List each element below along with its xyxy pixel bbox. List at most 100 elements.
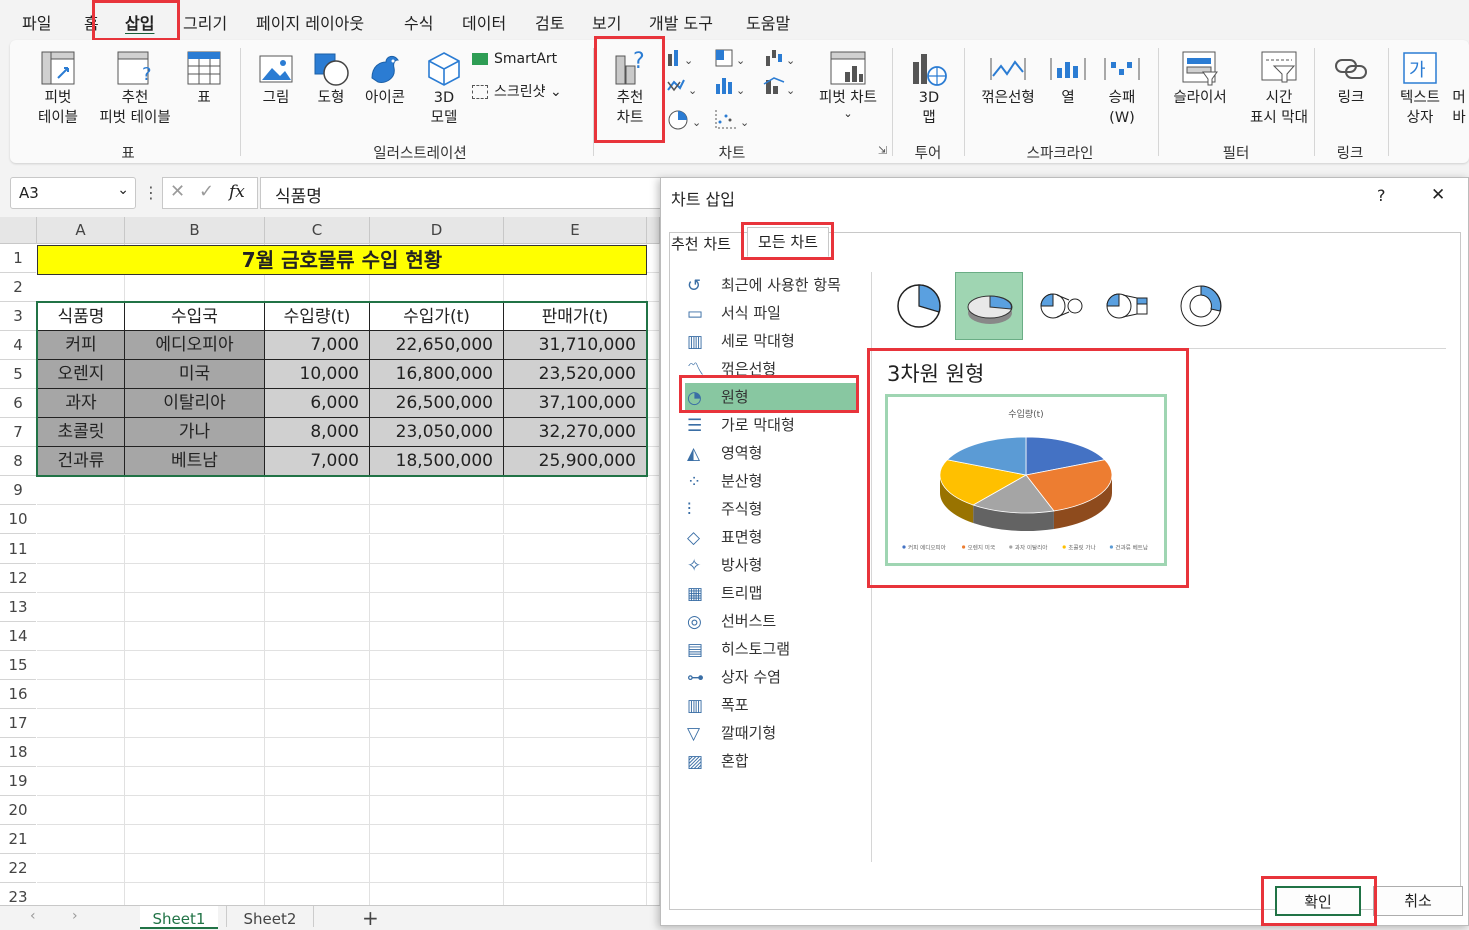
grid-cell[interactable] [647,476,660,506]
chart-category-item[interactable]: ◇ 표면형 [685,523,857,551]
menu-formulas[interactable]: 수식 [404,10,433,34]
row-header[interactable]: 21 [0,825,36,855]
cancel-icon[interactable]: ✕ [170,181,185,202]
grid-cell[interactable] [504,825,647,855]
more-options-icon[interactable]: ⋮ [143,183,159,202]
grid-cell[interactable] [647,795,660,825]
row-header[interactable]: 17 [0,708,36,738]
pivot-table-button[interactable]: 피벗 테이블 [32,50,84,128]
grid-cell[interactable] [265,592,370,622]
grid-cell[interactable] [37,708,125,738]
row-header[interactable]: 13 [0,592,36,622]
grid-cell[interactable] [504,592,647,622]
doughnut-thumbnail[interactable] [1167,272,1235,340]
data-cell[interactable]: 이탈리아 [125,389,265,419]
pie-of-pie-thumbnail[interactable] [1029,272,1097,340]
data-cell[interactable]: 초콜릿 [37,418,125,448]
3d-model-button[interactable]: 3D 모델 [420,50,468,128]
menu-draw[interactable]: 그리기 [183,10,227,34]
grid-cell[interactable] [37,766,125,796]
chart-category-item[interactable]: 〽 꺾은선형 [685,355,857,383]
menu-developer[interactable]: 개발 도구 [649,10,713,34]
grid-cell[interactable] [125,592,265,622]
function-icon[interactable]: fx [229,182,245,202]
menu-page-layout[interactable]: 페이지 레이아웃 [256,10,364,34]
select-all-corner[interactable] [0,217,37,244]
grid-cell[interactable] [370,825,504,855]
data-cell[interactable]: 오렌지 [37,360,125,390]
next-sheet-icon[interactable]: › [72,908,78,924]
grid-cell[interactable] [37,273,125,303]
data-cell[interactable]: 10,000 [265,360,370,390]
grid-cell[interactable] [647,447,660,477]
formula-input[interactable]: 식품명 [260,177,660,209]
data-cell[interactable]: 과자 [37,389,125,419]
grid-cell[interactable] [504,563,647,593]
3d-map-button[interactable]: 3D 맵 [906,50,952,128]
grid-cell[interactable] [265,737,370,767]
grid-cell[interactable] [125,854,265,884]
recommended-charts-button[interactable]: ? 추천 차트 [606,50,654,128]
grid-cell[interactable] [125,795,265,825]
grid-cell[interactable] [370,563,504,593]
chart-type-buttons[interactable]: ⌄ ⌄ ⌄ ⌄ ⌄ ⌄ ⌄ ⌄ [666,48,826,138]
table-button[interactable]: 표 [186,50,222,108]
cancel-button[interactable]: 취소 [1373,886,1463,916]
data-cell[interactable]: 26,500,000 [370,389,504,419]
ok-button[interactable]: 확인 [1275,886,1361,916]
chart-preview[interactable]: 수입량(t) 커피 에디오피아 오렌지 미국 과자 이탈리아 초콜릿 가나 건과류 베트남 [885,394,1167,566]
grid-cell[interactable] [647,737,660,767]
grid-cell[interactable] [647,766,660,796]
grid-cell[interactable] [37,679,125,709]
grid-cell[interactable] [504,679,647,709]
chart-category-item[interactable]: ▨ 혼합 [685,747,857,775]
close-button[interactable]: ✕ [1431,185,1445,205]
grid-cell[interactable] [647,621,660,651]
grid-cell[interactable] [370,854,504,884]
grid-cell[interactable] [125,825,265,855]
smartart-button[interactable]: SmartArt [472,51,557,67]
header-cell[interactable]: 수입량(t) [265,302,370,332]
chart-category-item[interactable]: ☰ 가로 막대형 [685,411,857,439]
column-header-a[interactable]: A [37,217,125,244]
grid-cell[interactable] [504,273,647,303]
grid-cell[interactable] [504,708,647,738]
grid-cell[interactable] [125,708,265,738]
grid-cell[interactable] [265,766,370,796]
grid-cell[interactable] [504,737,647,767]
menu-review[interactable]: 검토 [535,10,564,34]
chart-dialog-launcher-icon[interactable]: ⇲ [878,144,887,157]
grid-cell[interactable] [265,795,370,825]
chart-category-item[interactable]: ⫶ 주식형 [685,495,857,523]
column-header-f[interactable] [647,217,660,244]
grid-cell[interactable] [370,766,504,796]
check-icon[interactable]: ✓ [199,181,214,202]
row-header[interactable]: 20 [0,795,36,825]
grid-cell[interactable] [37,825,125,855]
grid-cell[interactable] [125,737,265,767]
data-cell[interactable]: 8,000 [265,418,370,448]
grid-cell[interactable] [647,650,660,680]
grid-cell[interactable] [265,679,370,709]
grid-cell[interactable] [647,389,660,419]
row-header[interactable]: 14 [0,621,36,651]
grid-cell[interactable] [37,505,125,535]
grid-cell[interactable] [125,563,265,593]
grid-cell[interactable] [37,795,125,825]
link-button[interactable]: 링크 [1328,52,1374,108]
chart-category-item[interactable]: ▤ 히스토그램 [685,635,857,663]
row-header[interactable]: 4 [0,331,36,361]
grid-cell[interactable] [647,708,660,738]
menu-insert[interactable]: 삽입 [125,10,154,34]
chart-category-item[interactable]: ▦ 트리맵 [685,579,857,607]
screenshot-button[interactable]: 스크린샷 ⌄ [472,81,562,101]
chart-category-item[interactable]: ▽ 깔때기형 [685,719,857,747]
row-header[interactable]: 5 [0,360,36,390]
grid-cell[interactable] [370,476,504,506]
chart-category-item[interactable]: ✧ 방사형 [685,551,857,579]
grid-cell[interactable] [647,244,660,274]
grid-cell[interactable] [37,476,125,506]
grid-cell[interactable] [125,273,265,303]
data-cell[interactable]: 베트남 [125,447,265,477]
menu-view[interactable]: 보기 [592,10,621,34]
